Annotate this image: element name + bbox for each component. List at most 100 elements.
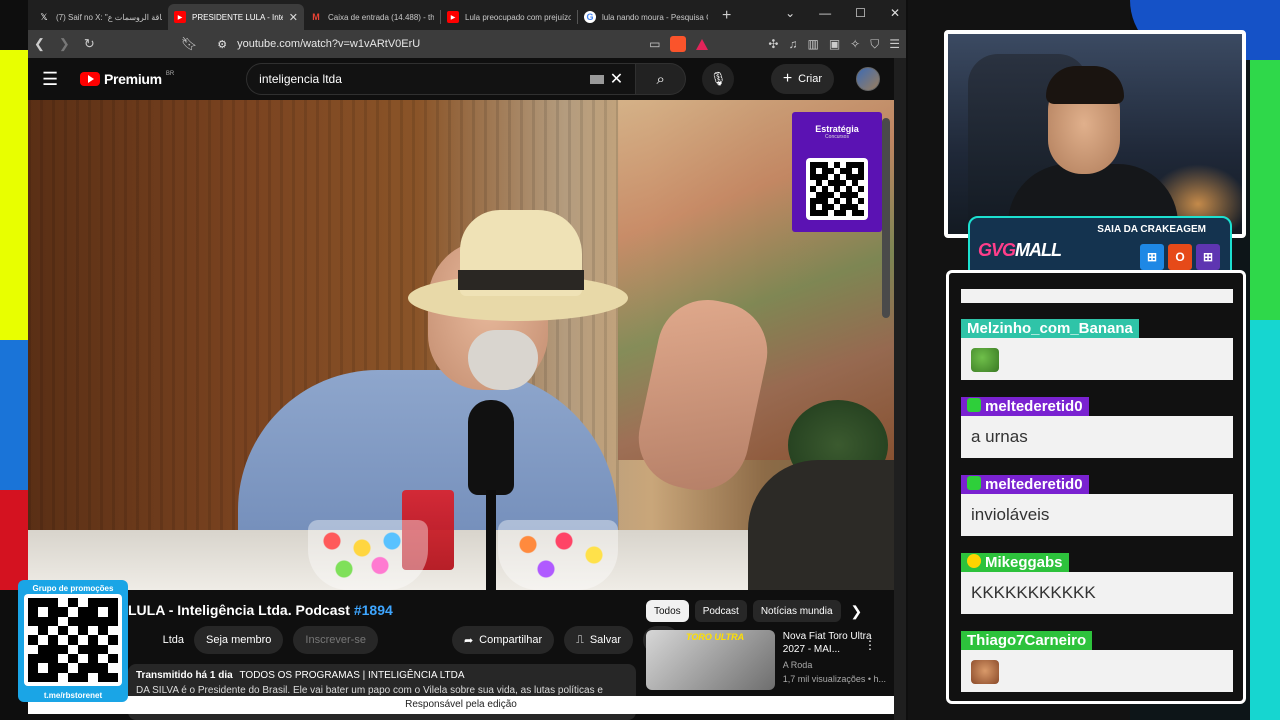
youtube-icon: ▶ — [447, 11, 459, 23]
nav-buttons: ❮ ❯ ↻ — [34, 36, 95, 52]
chat-message: meltederetid0 invioláveis — [961, 475, 1233, 536]
badge-icon — [967, 554, 981, 568]
video-candy-bowl — [308, 520, 428, 590]
overlay-stripe-blue — [0, 340, 28, 490]
reload-icon[interactable]: ↻ — [84, 36, 95, 52]
recommended-channel[interactable]: A Roda — [783, 660, 886, 670]
video-mic-stand — [486, 490, 496, 590]
frog-emote-icon — [971, 348, 999, 372]
forward-icon[interactable]: ❯ — [59, 36, 70, 52]
leo-icon[interactable]: ✧ — [850, 37, 860, 51]
webcam-feed — [944, 30, 1246, 238]
video-microphone — [468, 400, 514, 495]
close-window-icon[interactable]: ✕ — [890, 6, 900, 20]
sidebar-icon[interactable]: ▥ — [807, 37, 818, 51]
subscribe-button[interactable]: Inscrever-se — [293, 626, 378, 654]
brave-shield-icon[interactable] — [670, 36, 687, 52]
address-bar: ❮ ❯ ↻ 🔖︎ ⚙︎ youtube.com/watch?v=w1vARtV0… — [28, 30, 906, 58]
create-label: Criar — [798, 73, 822, 85]
episode-hashtag[interactable]: #1894 — [354, 602, 393, 618]
chip-podcast[interactable]: Podcast — [694, 600, 747, 622]
url-text: youtube.com/watch?v=w1vARtV0ErU — [237, 38, 421, 50]
clear-search-icon[interactable]: ✕ — [610, 69, 623, 89]
window-controls: ⌄ — ☐ ✕ — [785, 6, 900, 20]
scrollbar[interactable] — [882, 118, 890, 318]
gmail-icon: M — [312, 12, 320, 22]
chat-username: Melzinho_com_Banana — [961, 319, 1139, 338]
search-button[interactable]: ⌕ — [636, 63, 687, 95]
chat-message: Mikeggabs KKKKKKKKKKK — [961, 553, 1233, 614]
back-icon[interactable]: ❮ — [34, 36, 45, 52]
url-field[interactable]: ⚙︎ youtube.com/watch?v=w1vARtV0ErU — [217, 38, 637, 51]
tab-youtube-2[interactable]: ▶ Lula preocupado com prejuízo e — [441, 4, 577, 30]
tab-title: PRESIDENTE LULA - Inte — [192, 12, 283, 22]
thumbnail-label: TORO ULTRA — [686, 632, 745, 642]
video-player[interactable]: Estratégia Concursos — [28, 100, 894, 590]
category-links[interactable]: TODOS OS PROGRAMAS | INTELIGÊNCIA LTDA — [239, 670, 464, 681]
share-label: Compartilhar — [479, 634, 543, 646]
voice-search-button[interactable]: 🎙︎ — [702, 63, 735, 95]
recommended-views: 1,7 mil visualizações • h... — [782, 674, 886, 684]
vpn-icon[interactable]: ⛉ — [870, 37, 879, 52]
extensions-icon[interactable]: ✣ — [768, 37, 778, 51]
keyboard-icon[interactable] — [589, 74, 604, 84]
create-button[interactable]: + Criar — [770, 64, 834, 94]
tab-x[interactable]: 𝕏 (7) Saif no X: "بطاقة الروسمات ع — [32, 4, 168, 30]
tab-strip: 𝕏 (7) Saif no X: "بطاقة الروسمات ع ▶ PRE… — [28, 0, 906, 30]
windows-icon: ⊞ — [1196, 244, 1220, 270]
hamburger-menu-icon[interactable]: ☰ — [42, 69, 68, 90]
toolbar-icons: ▭ ✣ ♫ ▥ ▣ ✧ ⛉ ☰ — [649, 36, 900, 52]
chevron-right-icon[interactable]: ❯ — [851, 603, 863, 620]
promo-qr-code — [24, 594, 122, 686]
channel-row: Ltda Seja membro Inscrever-se ➦ Comparti… — [128, 626, 679, 654]
maximize-icon[interactable]: ☐ — [855, 6, 866, 20]
cast-icon[interactable]: ▭ — [649, 37, 660, 51]
chat-text: KKKKKKKKKKK — [961, 572, 1233, 614]
youtube-logo[interactable]: Premium BR — [80, 71, 174, 87]
search-icon: ⌕ — [656, 70, 665, 88]
browser-window: 𝕏 (7) Saif no X: "بطاقة الروسمات ع ▶ PRE… — [28, 0, 906, 720]
avatar[interactable] — [856, 67, 880, 91]
channel-name[interactable]: Ltda — [128, 634, 184, 646]
sponsor-logo-a: GVG — [978, 240, 1016, 260]
save-button[interactable]: ⎍ Salvar — [564, 626, 634, 654]
youtube-play-icon — [80, 72, 100, 86]
close-icon[interactable]: ✕ — [289, 11, 298, 24]
more-vert-icon[interactable]: ⋮ — [864, 638, 876, 652]
share-button[interactable]: ➦ Compartilhar — [451, 626, 555, 654]
tab-google[interactable]: G lula nando moura - Pesquisa Go — [578, 4, 714, 30]
brave-rewards-icon[interactable] — [696, 38, 709, 50]
recommended-video[interactable]: TORO ULTRA Nova Fiat Toro Ultra 2027 - M… — [646, 630, 886, 690]
tab-youtube-lula[interactable]: ▶ PRESIDENTE LULA - Inte ✕ — [168, 4, 304, 30]
join-button[interactable]: Seja membro — [194, 626, 284, 654]
video-hat-band — [458, 270, 584, 290]
ad-subtitle: Concursos — [825, 134, 849, 140]
minimize-icon[interactable]: — — [819, 6, 831, 20]
recommendation-chips: Todos Podcast Notícias mundia ❯ — [646, 600, 862, 622]
chat-text — [961, 650, 1233, 692]
tab-gmail[interactable]: M Caixa de entrada (14.488) - theb — [304, 4, 440, 30]
video-thumbnail[interactable]: TORO ULTRA — [646, 630, 775, 690]
bookmark-icon[interactable]: 🔖︎ — [181, 36, 198, 52]
chat-username: meltederetid0 — [961, 475, 1089, 494]
wallet-icon[interactable]: ▣ — [829, 37, 840, 51]
overlay-stripe-cyan — [1250, 320, 1280, 720]
search-input[interactable]: inteligencia ltda ✕ — [246, 63, 637, 95]
menu-icon[interactable]: ☰ — [889, 37, 900, 51]
share-icon: ➦ — [463, 634, 474, 647]
music-icon[interactable]: ♫ — [788, 37, 797, 51]
chip-noticias[interactable]: Notícias mundia — [752, 600, 841, 622]
plus-icon: + — [782, 70, 793, 87]
badge-icon — [967, 476, 981, 490]
webcam-streamer-hair — [1046, 66, 1124, 104]
new-tab-button[interactable]: + — [722, 7, 731, 25]
tab-list-icon[interactable]: ⌄ — [785, 6, 795, 20]
chat-message: meltederetid0 a urnas — [961, 397, 1233, 458]
site-info-icon[interactable]: ⚙︎ — [217, 38, 227, 51]
bookmark-icon: ⎍ — [576, 633, 584, 646]
office-icon: O — [1168, 244, 1192, 270]
overlay-stripe-red — [0, 490, 28, 590]
search-value: inteligencia ltda — [259, 72, 342, 86]
chip-todos[interactable]: Todos — [646, 600, 689, 622]
chat-text: a urnas — [961, 416, 1233, 458]
